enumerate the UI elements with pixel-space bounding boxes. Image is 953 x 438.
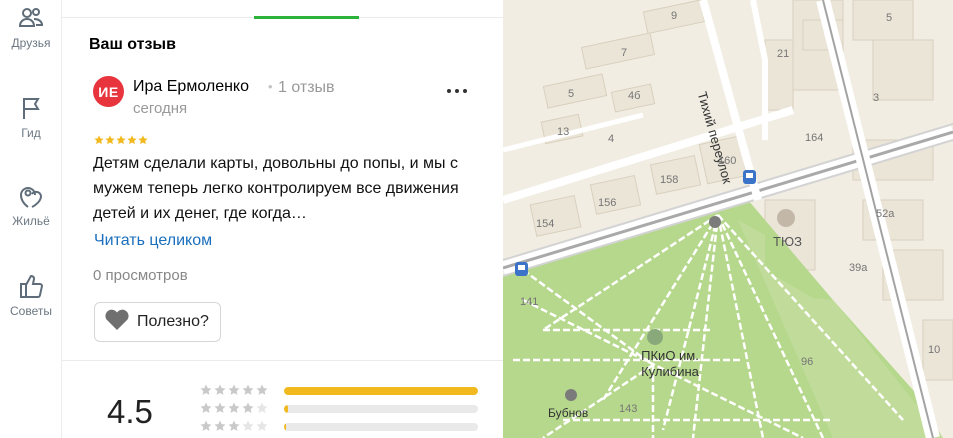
star-icon [105, 135, 115, 145]
house-number: 154 [536, 218, 555, 230]
average-rating: 4.5 [107, 393, 153, 430]
star-icon [242, 384, 254, 395]
review-text: Детям сделали карты, довольны до попы, и… [93, 155, 459, 222]
section-title: Ваш отзыв [89, 36, 176, 53]
rating-row-stars [200, 402, 268, 414]
rating-bar-track [284, 387, 478, 395]
sidebar-item-label: Жильё [12, 214, 50, 228]
star-icon [214, 420, 226, 431]
dot [447, 89, 451, 93]
dot [463, 89, 467, 93]
dot [455, 89, 459, 93]
review-star-rating [94, 135, 148, 145]
place-label-bubnov[interactable]: Бубнов [548, 406, 588, 420]
sidebar-item-label: Советы [10, 304, 52, 318]
useful-button-label: Полезно? [137, 313, 209, 330]
housing-icon [0, 180, 62, 210]
sidebar-item-friends[interactable]: Друзья [0, 4, 62, 50]
rating-row-stars [200, 384, 268, 396]
active-tab-indicator [254, 16, 359, 19]
star-icon [200, 402, 212, 413]
views-count: 0 просмотров [93, 267, 188, 284]
star-icon [256, 384, 268, 395]
heart-icon [104, 309, 130, 336]
star-icon [256, 420, 268, 431]
star-icon [228, 384, 240, 395]
author-name[interactable]: Ира Ермоленко [133, 78, 249, 96]
star-icon [94, 135, 104, 145]
star-icon [138, 135, 148, 145]
star-icon [127, 135, 137, 145]
star-icon [200, 420, 212, 431]
house-number: 156 [598, 197, 617, 209]
star-icon [256, 402, 268, 413]
house-number: 13 [557, 126, 570, 138]
friends-icon [0, 4, 62, 32]
house-number: 21 [777, 48, 790, 60]
review-date: сегодня [133, 100, 188, 117]
flag-icon [0, 94, 62, 122]
thumbs-up-icon [0, 272, 62, 300]
sidebar-item-label: Гид [21, 126, 41, 140]
house-number: 5 [886, 12, 893, 24]
author-review-count: 1 отзыв [278, 79, 335, 96]
left-sidebar: Друзья Гид Жильё Советы [0, 0, 62, 438]
house-number: 4б [628, 90, 641, 102]
read-more-link[interactable]: Читать целиком [94, 232, 212, 250]
star-icon [242, 402, 254, 413]
house-number: 4 [608, 133, 615, 145]
rating-row-3 [200, 420, 480, 432]
house-number: 158 [660, 174, 679, 186]
section-divider [62, 360, 503, 361]
star-icon [228, 402, 240, 413]
more-options-button[interactable] [444, 82, 470, 100]
house-number: 143 [619, 403, 638, 415]
sidebar-item-label: Друзья [11, 36, 51, 50]
house-number: 164 [805, 132, 824, 144]
sidebar-item-guide[interactable]: Гид [0, 94, 62, 140]
star-icon [228, 420, 240, 431]
house-number: 9 [671, 10, 678, 22]
star-icon [214, 402, 226, 413]
house-number: 96 [801, 356, 814, 368]
house-number: 52а [876, 208, 895, 220]
star-icon [242, 420, 254, 431]
house-number: 5 [568, 88, 575, 100]
rating-bar-track [284, 423, 478, 431]
sidebar-item-housing[interactable]: Жильё [0, 180, 62, 228]
place-label-tyuz[interactable]: ТЮЗ [773, 234, 802, 249]
rating-bar-fill [284, 387, 478, 395]
house-number: 3 [873, 92, 880, 104]
house-number: 7 [621, 47, 628, 59]
rating-row-stars [200, 420, 268, 432]
rating-bar-fill [284, 423, 286, 431]
house-number: 141 [520, 296, 539, 308]
star-icon [200, 384, 212, 395]
meta-separator: • [268, 79, 273, 94]
house-number: 10 [928, 344, 941, 356]
useful-button[interactable]: Полезно? [94, 302, 221, 342]
rating-row-4 [200, 402, 480, 414]
place-label-park[interactable]: ПКиО им. Кулибина [625, 348, 715, 380]
house-number: 160 [718, 155, 737, 167]
rating-bar-track [284, 405, 478, 413]
review-panel: Ваш отзыв ИЕ Ира Ермоленко • 1 отзыв сег… [62, 0, 503, 438]
rating-row-5 [200, 384, 480, 396]
avatar[interactable]: ИЕ [93, 76, 124, 107]
map[interactable]: Тихий переулок ТЮЗ ПКиО им. Кулибина Буб… [503, 0, 953, 438]
sidebar-item-tips[interactable]: Советы [0, 272, 62, 318]
rating-bar-fill [284, 405, 288, 413]
house-number: 39а [849, 262, 868, 274]
star-icon [214, 384, 226, 395]
star-icon [116, 135, 126, 145]
